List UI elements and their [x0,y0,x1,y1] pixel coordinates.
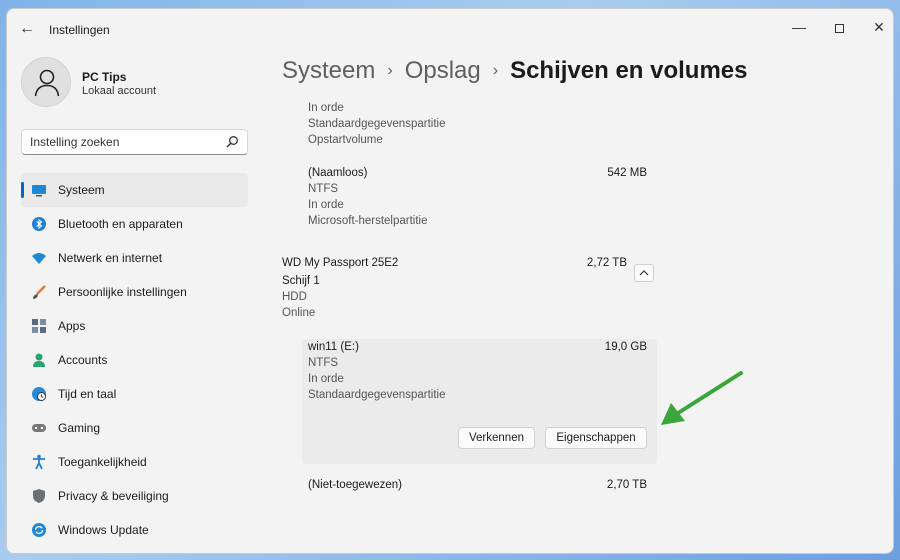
sidebar-item-label: Accounts [58,353,108,367]
sidebar-item-label: Windows Update [58,523,149,537]
sidebar-nav: Systeem Bluetooth en apparaten Netwerk e… [21,173,248,547]
person-icon [34,69,60,97]
collapse-disk-button[interactable] [634,264,654,282]
volume-status: In orde [308,373,344,385]
sidebar-item-label: Gaming [58,421,101,435]
avatar[interactable] [21,57,71,107]
sidebar-item-windows-update[interactable]: Windows Update [21,513,248,547]
accessibility-icon [33,454,45,470]
properties-button[interactable]: Eigenschappen [545,427,647,449]
green-arrow-icon [661,371,743,425]
search-icon[interactable] [225,135,239,149]
globe-clock-icon [32,387,46,401]
sidebar-item-accounts[interactable]: Accounts [21,343,248,377]
back-button[interactable]: ← [17,19,37,39]
brush-icon [33,285,46,299]
update-icon [32,523,46,537]
sidebar-item-tijd[interactable]: Tijd en taal [21,377,248,411]
maximize-icon [834,23,844,33]
explore-button[interactable]: Verkennen [458,427,535,449]
app-title: Instellingen [49,23,110,37]
apps-icon [32,319,46,333]
sidebar-item-persoonlijk[interactable]: Persoonlijke instellingen [21,275,248,309]
minimize-button[interactable]: — [779,13,819,41]
partition-status: In orde [308,102,344,114]
sidebar-item-apps[interactable]: Apps [21,309,248,343]
disk-name: WD My Passport 25E2 [282,257,399,269]
breadcrumb: Systeem › Opslag › Schijven en volumes [282,57,748,85]
sidebar-item-label: Privacy & beveiliging [58,489,169,503]
breadcrumb-separator: › [387,62,393,79]
volume-type: Standaardgegevenspartitie [308,389,446,401]
search-input[interactable] [30,134,220,150]
account-type: Lokaal account [82,85,156,97]
partition-type: Microsoft-herstelpartitie [308,215,428,227]
sidebar-item-label: Systeem [58,183,105,197]
sidebar-item-bluetooth[interactable]: Bluetooth en apparaten [21,207,248,241]
title-bar: ← Instellingen — ✕ [7,9,893,49]
sidebar-item-gaming[interactable]: Gaming [21,411,248,445]
volume-fs: NTFS [308,357,339,369]
sidebar-item-label: Persoonlijke instellingen [58,285,187,299]
maximize-button[interactable] [819,13,859,41]
person-icon [33,353,45,367]
sidebar-item-label: Tijd en taal [58,387,117,401]
sidebar-item-label: Toegankelijkheid [58,455,147,469]
breadcrumb-opslag[interactable]: Opslag [405,57,481,84]
partition-size: 542 MB [607,167,647,179]
gamepad-icon [32,424,46,432]
partition-extra: Opstartvolume [308,134,383,146]
volume-card[interactable]: win11 (E:) 19,0 GB NTFS In orde Standaar… [302,339,657,464]
search-box[interactable] [21,129,248,155]
sidebar-item-netwerk[interactable]: Netwerk en internet [21,241,248,275]
sidebar-item-toegankelijkheid[interactable]: Toegankelijkheid [21,445,248,479]
sidebar-item-label: Netwerk en internet [58,251,163,265]
close-button[interactable]: ✕ [859,13,893,41]
volume-size: 19,0 GB [604,341,647,353]
sidebar-item-label: Apps [58,319,86,333]
page-title: Schijven en volumes [510,57,748,84]
sidebar-item-systeem[interactable]: Systeem [21,173,248,207]
monitor-icon [32,185,46,197]
disk-media: HDD [282,291,307,303]
breadcrumb-systeem[interactable]: Systeem [282,57,375,84]
chevron-up-icon [639,270,649,276]
partition-type: Standaardgegevenspartitie [308,118,446,130]
unallocated-name: (Niet-toegewezen) [308,479,402,491]
partition-fs: NTFS [308,183,339,195]
volumes-list: In orde Standaardgegevenspartitie Opstar… [282,99,682,553]
bluetooth-icon [32,217,46,231]
settings-window: ← Instellingen — ✕ PC Tips Lokaal accoun… [6,8,894,554]
disk-size: 2,72 TB [586,257,627,269]
unallocated-size: 2,70 TB [606,479,647,491]
shield-icon [33,489,45,503]
user-name: PC Tips [82,70,127,84]
volume-name: win11 (E:) [308,341,359,353]
sidebar-item-privacy[interactable]: Privacy & beveiliging [21,479,248,513]
partition-name[interactable]: (Naamloos) [308,167,367,179]
disk-state: Online [282,307,316,319]
wifi-icon [32,253,46,264]
disk-number: Schijf 1 [282,275,320,287]
sidebar-item-label: Bluetooth en apparaten [58,217,183,231]
partition-status: In orde [308,199,344,211]
breadcrumb-separator: › [492,62,499,79]
